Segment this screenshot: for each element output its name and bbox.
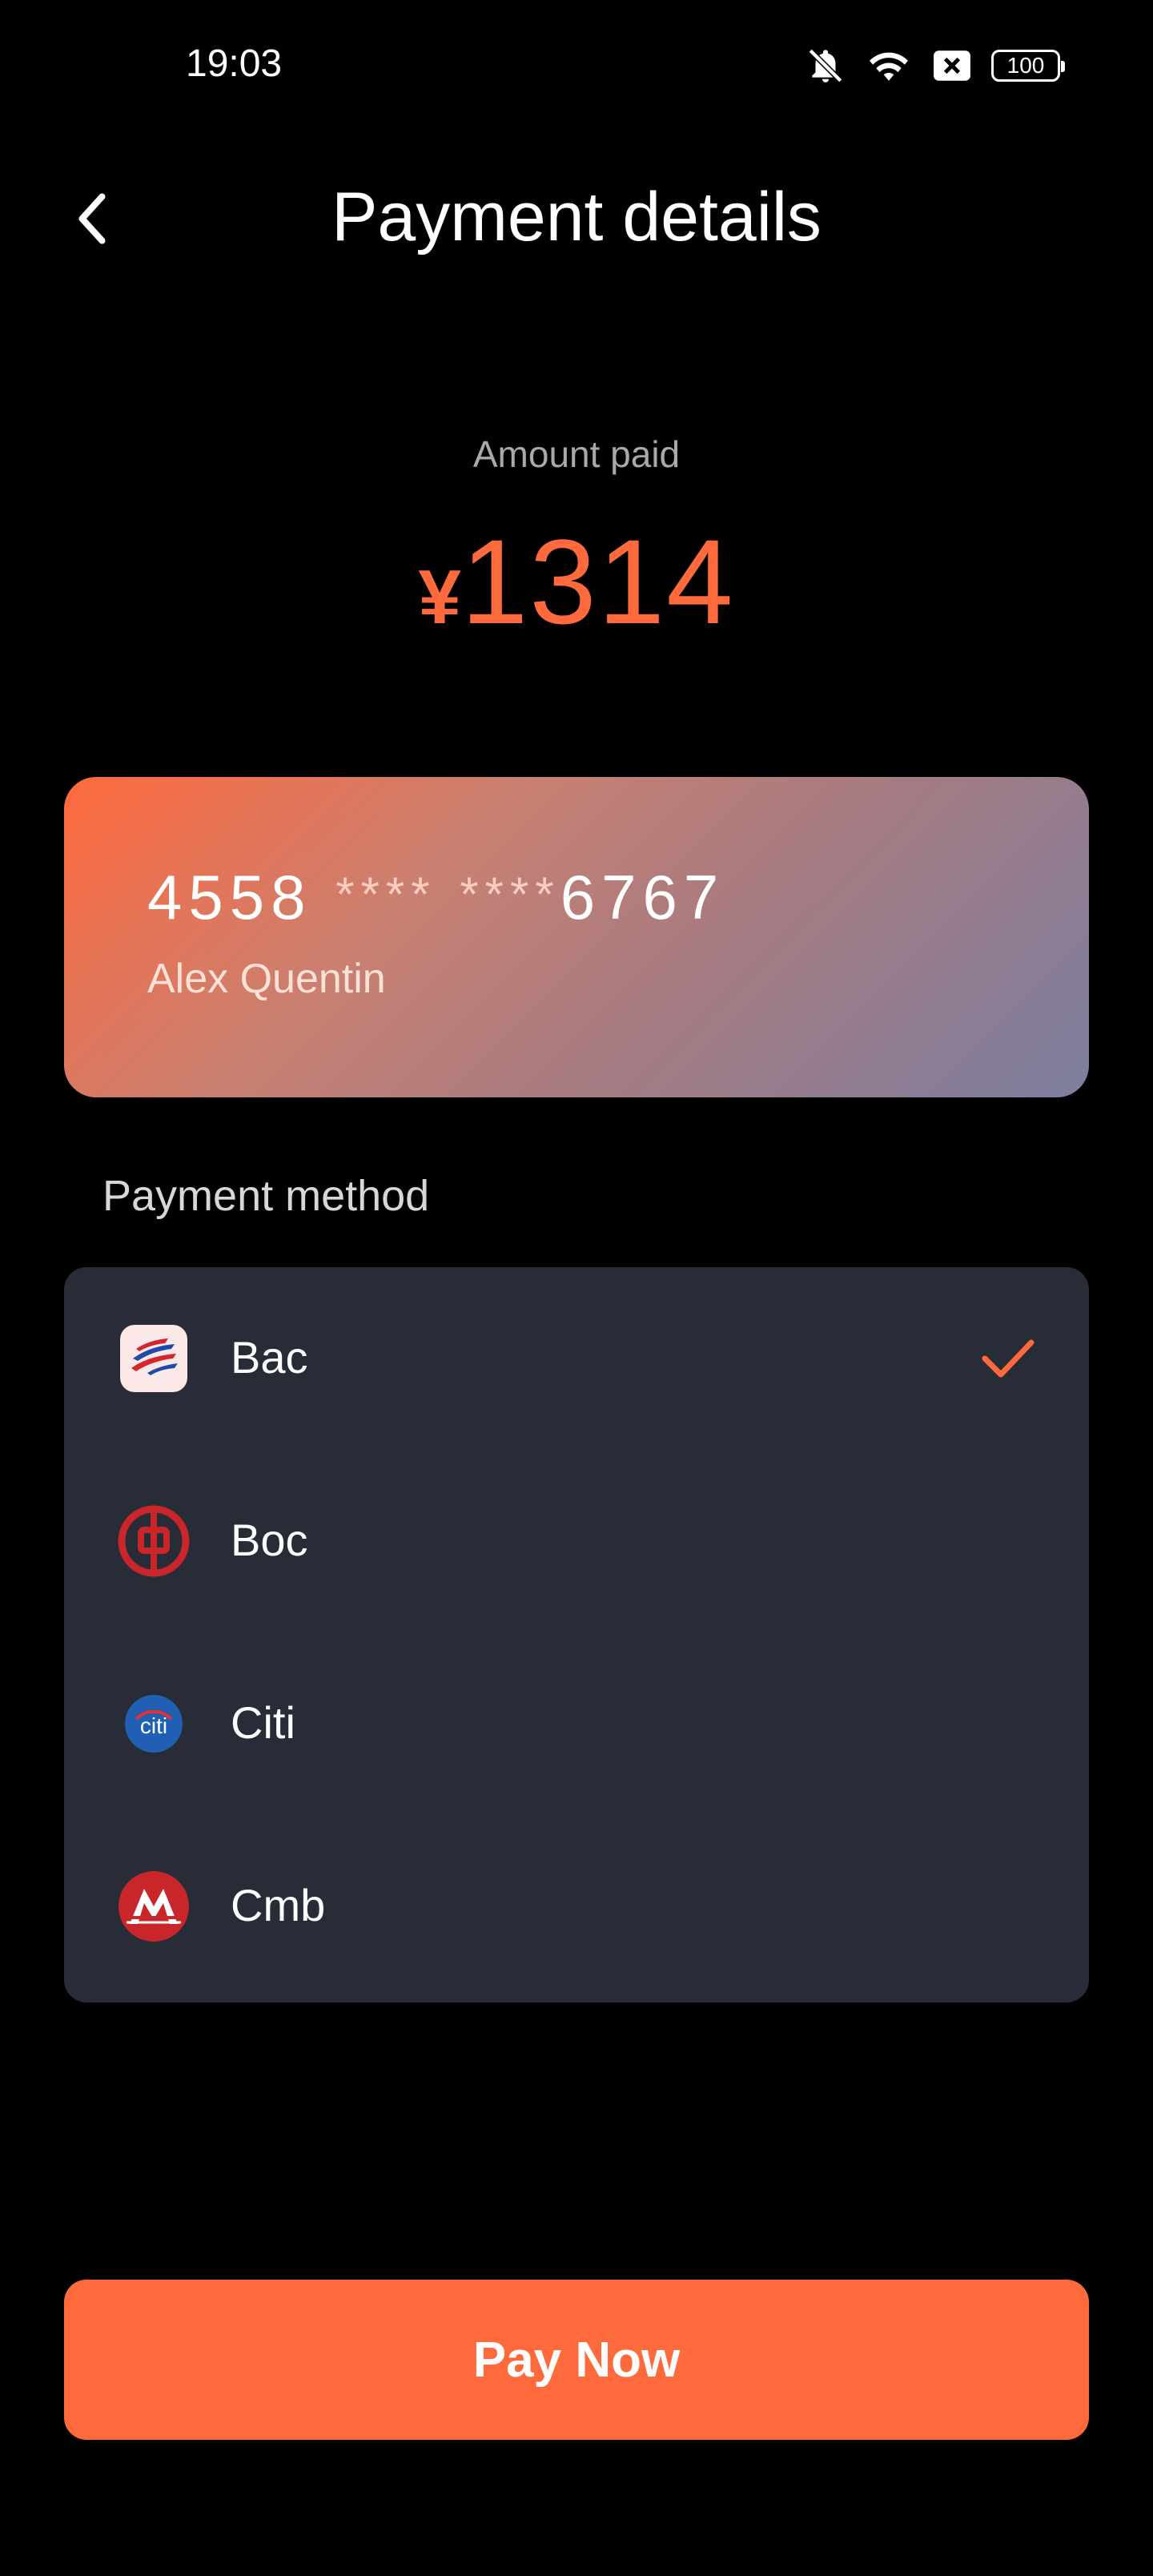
card-holder-name: Alex Quentin	[147, 956, 386, 1002]
battery-icon: 100	[991, 50, 1065, 82]
amount-value: 1314	[460, 514, 735, 649]
amount-currency: ¥	[418, 554, 461, 640]
card-number-first: 4558	[147, 862, 312, 932]
method-name: Cmb	[231, 1880, 326, 1930]
amount-display: ¥1314	[0, 513, 1153, 651]
bank-card[interactable]: 4558 **** ****6767 Alex Quentin	[64, 777, 1089, 1097]
svg-text:citi: citi	[140, 1713, 167, 1738]
list-item-citi[interactable]: citi Citi	[64, 1632, 1089, 1815]
list-item-cmb[interactable]: Cmb	[64, 1815, 1089, 1998]
wifi-icon	[865, 46, 913, 86]
status-icons: 100	[805, 42, 1065, 90]
pay-now-button[interactable]: Pay Now	[64, 2280, 1089, 2440]
payment-method-label: Payment method	[102, 1172, 430, 1220]
status-bar: 19:03 100	[0, 0, 1153, 133]
list-item-boc[interactable]: Boc	[64, 1450, 1089, 1632]
citi-bank-logo-icon: citi	[117, 1687, 191, 1761]
amount-label: Amount paid	[472, 433, 681, 475]
card-number: 4558 **** ****6767	[147, 861, 725, 934]
page-title: Payment details	[331, 179, 822, 256]
payment-method-list: Bac Boc citi Citi Cmb	[64, 1267, 1089, 2002]
list-item-bac[interactable]: Bac	[64, 1267, 1089, 1450]
card-number-mask: ****	[460, 867, 560, 921]
cmb-bank-logo-icon	[117, 1870, 191, 1943]
status-time: 19:03	[186, 42, 283, 85]
method-name: Citi	[231, 1697, 295, 1748]
header: Payment details	[0, 160, 1153, 280]
card-number-mask: ****	[335, 867, 436, 921]
sim-blocked-icon	[932, 47, 972, 84]
method-name: Boc	[231, 1515, 308, 1565]
method-name: Bac	[231, 1332, 308, 1383]
bell-off-icon	[805, 46, 846, 86]
boc-bank-logo-icon	[117, 1504, 191, 1578]
card-number-last: 6767	[560, 862, 725, 932]
battery-level: 100	[1006, 53, 1045, 78]
bac-bank-logo-icon	[117, 1322, 191, 1395]
checkmark-icon	[980, 1334, 1036, 1383]
